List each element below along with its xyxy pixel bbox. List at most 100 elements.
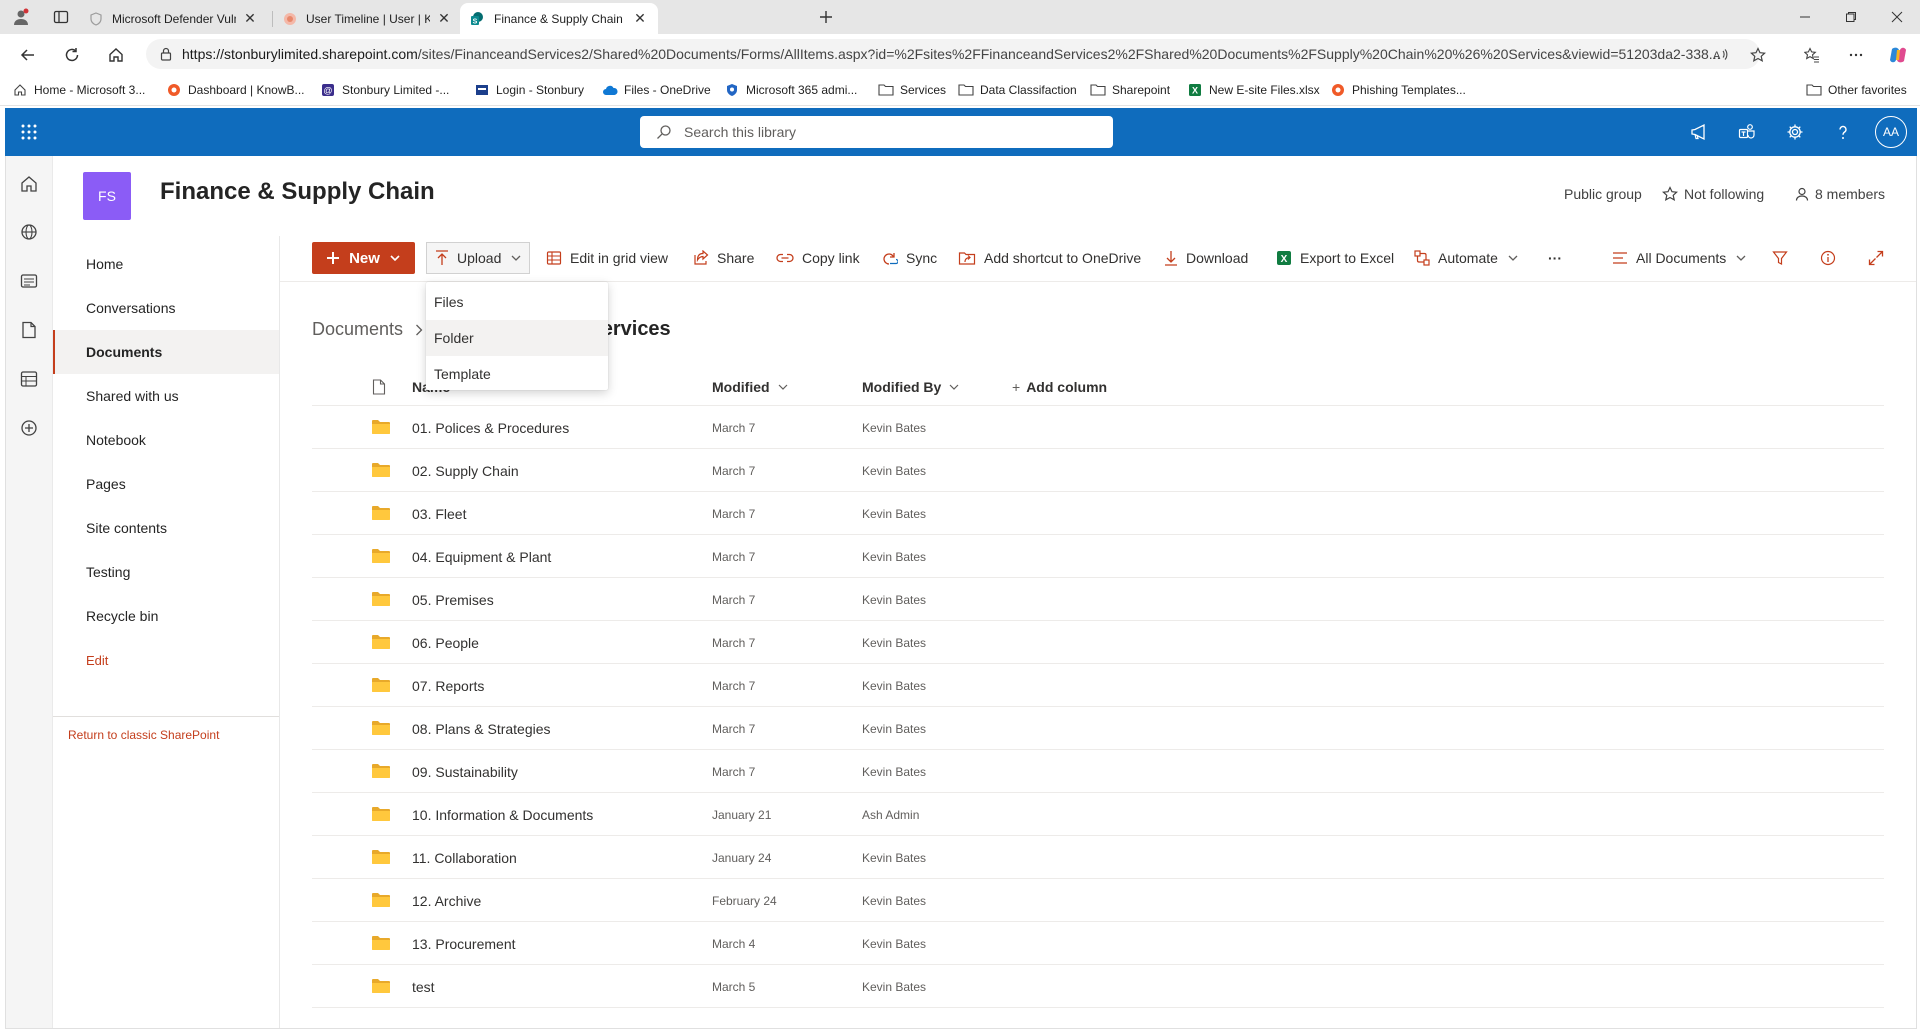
workspaces-icon[interactable] — [50, 6, 72, 28]
file-name-link[interactable]: 09. Sustainability — [412, 750, 518, 793]
site-logo[interactable]: FS — [83, 172, 131, 220]
home-icon[interactable] — [17, 172, 41, 196]
modified-by[interactable]: Ash Admin — [862, 793, 919, 836]
new-tab-icon[interactable] — [815, 6, 837, 28]
modified-by[interactable]: Kevin Bates — [862, 578, 926, 621]
file-name-link[interactable]: 01. Polices & Procedures — [412, 406, 569, 449]
file-name-link[interactable]: 12. Archive — [412, 879, 481, 922]
nav-item-recycle-bin[interactable]: Recycle bin — [53, 594, 279, 638]
favorite-star-icon[interactable] — [1744, 41, 1772, 69]
modified-by[interactable]: Kevin Bates — [862, 406, 926, 449]
read-aloud-icon[interactable]: A — [1706, 41, 1734, 69]
file-name-link[interactable]: 04. Equipment & Plant — [412, 535, 551, 578]
info-icon[interactable] — [1820, 242, 1836, 274]
table-row[interactable]: 08. Plans & Strategies March 7 Kevin Bates — [312, 707, 1884, 750]
modified-by[interactable]: Kevin Bates — [862, 492, 926, 535]
favorite-dashboard-knowbe4[interactable]: Dashboard | KnowB... — [166, 80, 305, 100]
modified-by[interactable]: Kevin Bates — [862, 836, 926, 879]
favorite-stonbury[interactable]: @ Stonbury Limited -... — [320, 80, 449, 100]
table-row[interactable]: 09. Sustainability March 7 Kevin Bates — [312, 750, 1884, 793]
follow-button[interactable]: Not following — [1662, 186, 1764, 202]
file-name-link[interactable]: 06. People — [412, 621, 479, 664]
upload-button[interactable]: Upload — [426, 242, 531, 274]
favorites-icon[interactable] — [1798, 41, 1826, 69]
close-tab-icon[interactable]: ✕ — [436, 10, 452, 27]
modified-by[interactable]: Kevin Bates — [862, 707, 926, 750]
minimize-icon[interactable] — [1782, 0, 1828, 34]
settings-gear-icon[interactable] — [1781, 118, 1809, 146]
expand-icon[interactable] — [1868, 242, 1884, 274]
search-input[interactable]: Search this library — [640, 116, 1113, 148]
share-button[interactable]: Share — [693, 242, 754, 274]
edit-grid-view-button[interactable]: Edit in grid view — [546, 242, 668, 274]
document-icon[interactable] — [17, 318, 41, 342]
modified-by[interactable]: Kevin Bates — [862, 922, 926, 965]
automate-button[interactable]: Automate — [1414, 242, 1518, 274]
close-tab-icon[interactable]: ✕ — [242, 10, 258, 27]
file-type-icon[interactable] — [372, 368, 386, 406]
favorite-services[interactable]: Services — [878, 80, 946, 100]
favorite-data-classifaction[interactable]: Data Classifaction — [958, 80, 1077, 100]
new-button[interactable]: New — [312, 242, 415, 274]
copy-link-button[interactable]: Copy link — [776, 242, 860, 274]
copilot-icon[interactable] — [1884, 41, 1912, 69]
menu-item-template[interactable]: Template — [426, 356, 608, 392]
download-button[interactable]: Download — [1164, 242, 1248, 274]
table-row[interactable]: 06. People March 7 Kevin Bates — [312, 621, 1884, 664]
modified-by[interactable]: Kevin Bates — [862, 535, 926, 578]
tab-knowbe4[interactable]: User Timeline | User | KnowBe4 ✕ — [272, 3, 462, 34]
tab-defender[interactable]: Microsoft Defender Vulnerability Ma ✕ — [78, 3, 268, 34]
favorite-sharepoint[interactable]: Sharepoint — [1090, 80, 1170, 100]
table-row[interactable]: 03. Fleet March 7 Kevin Bates — [312, 492, 1884, 535]
table-row[interactable]: 12. Archive February 24 Kevin Bates — [312, 879, 1884, 922]
close-window-icon[interactable] — [1874, 0, 1920, 34]
modified-by[interactable]: Kevin Bates — [862, 965, 926, 1008]
modified-by[interactable]: Kevin Bates — [862, 879, 926, 922]
members-button[interactable]: 8 members — [1795, 186, 1885, 202]
export-excel-button[interactable]: X Export to Excel — [1276, 242, 1394, 274]
nav-item-pages[interactable]: Pages — [53, 462, 279, 506]
modified-by[interactable]: Kevin Bates — [862, 621, 926, 664]
modified-by[interactable]: Kevin Bates — [862, 664, 926, 707]
url-field[interactable]: https://stonburylimited.sharepoint.com/s… — [146, 39, 1760, 69]
filter-icon[interactable] — [1772, 242, 1788, 274]
table-row[interactable]: 07. Reports March 7 Kevin Bates — [312, 664, 1884, 707]
lists-icon[interactable] — [17, 367, 41, 391]
nav-item-testing[interactable]: Testing — [53, 550, 279, 594]
nav-edit-link[interactable]: Edit — [53, 638, 279, 682]
more-icon[interactable] — [1842, 41, 1870, 69]
back-icon[interactable] — [14, 41, 42, 69]
nav-item-home[interactable]: Home — [53, 242, 279, 286]
table-row[interactable]: 02. Supply Chain March 7 Kevin Bates — [312, 449, 1884, 492]
menu-item-folder[interactable]: Folder — [426, 320, 608, 356]
breadcrumb-documents[interactable]: Documents — [312, 319, 403, 340]
file-name-link[interactable]: 05. Premises — [412, 578, 494, 621]
profile-icon[interactable] — [10, 6, 32, 28]
sync-button[interactable]: Sync — [880, 242, 937, 274]
news-icon[interactable] — [17, 269, 41, 293]
modified-by[interactable]: Kevin Bates — [862, 449, 926, 492]
refresh-icon[interactable] — [58, 41, 86, 69]
nav-item-conversations[interactable]: Conversations — [53, 286, 279, 330]
create-icon[interactable] — [17, 416, 41, 440]
table-row[interactable]: 01. Polices & Procedures March 7 Kevin Bat… — [312, 406, 1884, 449]
nav-item-notebook[interactable]: Notebook — [53, 418, 279, 462]
add-shortcut-button[interactable]: Add shortcut to OneDrive — [958, 242, 1141, 274]
favorite-login-stonbury[interactable]: Login - Stonbury — [474, 80, 584, 100]
tab-sharepoint[interactable]: S Finance & Supply Chain - Supply Ch ✕ — [460, 3, 658, 34]
restore-icon[interactable] — [1828, 0, 1874, 34]
file-name-link[interactable]: test — [412, 965, 435, 1008]
table-row[interactable]: 05. Premises March 7 Kevin Bates — [312, 578, 1884, 621]
site-title[interactable]: Finance & Supply Chain — [160, 178, 435, 206]
favorite-new-esite-files[interactable]: X New E-site Files.xlsx — [1187, 80, 1320, 100]
column-header-modified-by[interactable]: Modified By — [862, 368, 959, 406]
add-column-button[interactable]: + Add column — [1012, 368, 1107, 406]
favorite-phishing-templates[interactable]: Phishing Templates... — [1330, 80, 1466, 100]
nav-item-documents[interactable]: Documents — [53, 330, 279, 374]
file-name-link[interactable]: 13. Procurement — [412, 922, 516, 965]
column-header-modified[interactable]: Modified — [712, 368, 788, 406]
announcement-icon[interactable] — [1685, 118, 1713, 146]
app-launcher-icon[interactable] — [5, 108, 53, 156]
nav-item-shared-with-us[interactable]: Shared with us — [53, 374, 279, 418]
table-row[interactable]: 10. Information & Documents January 21 Ash… — [312, 793, 1884, 836]
